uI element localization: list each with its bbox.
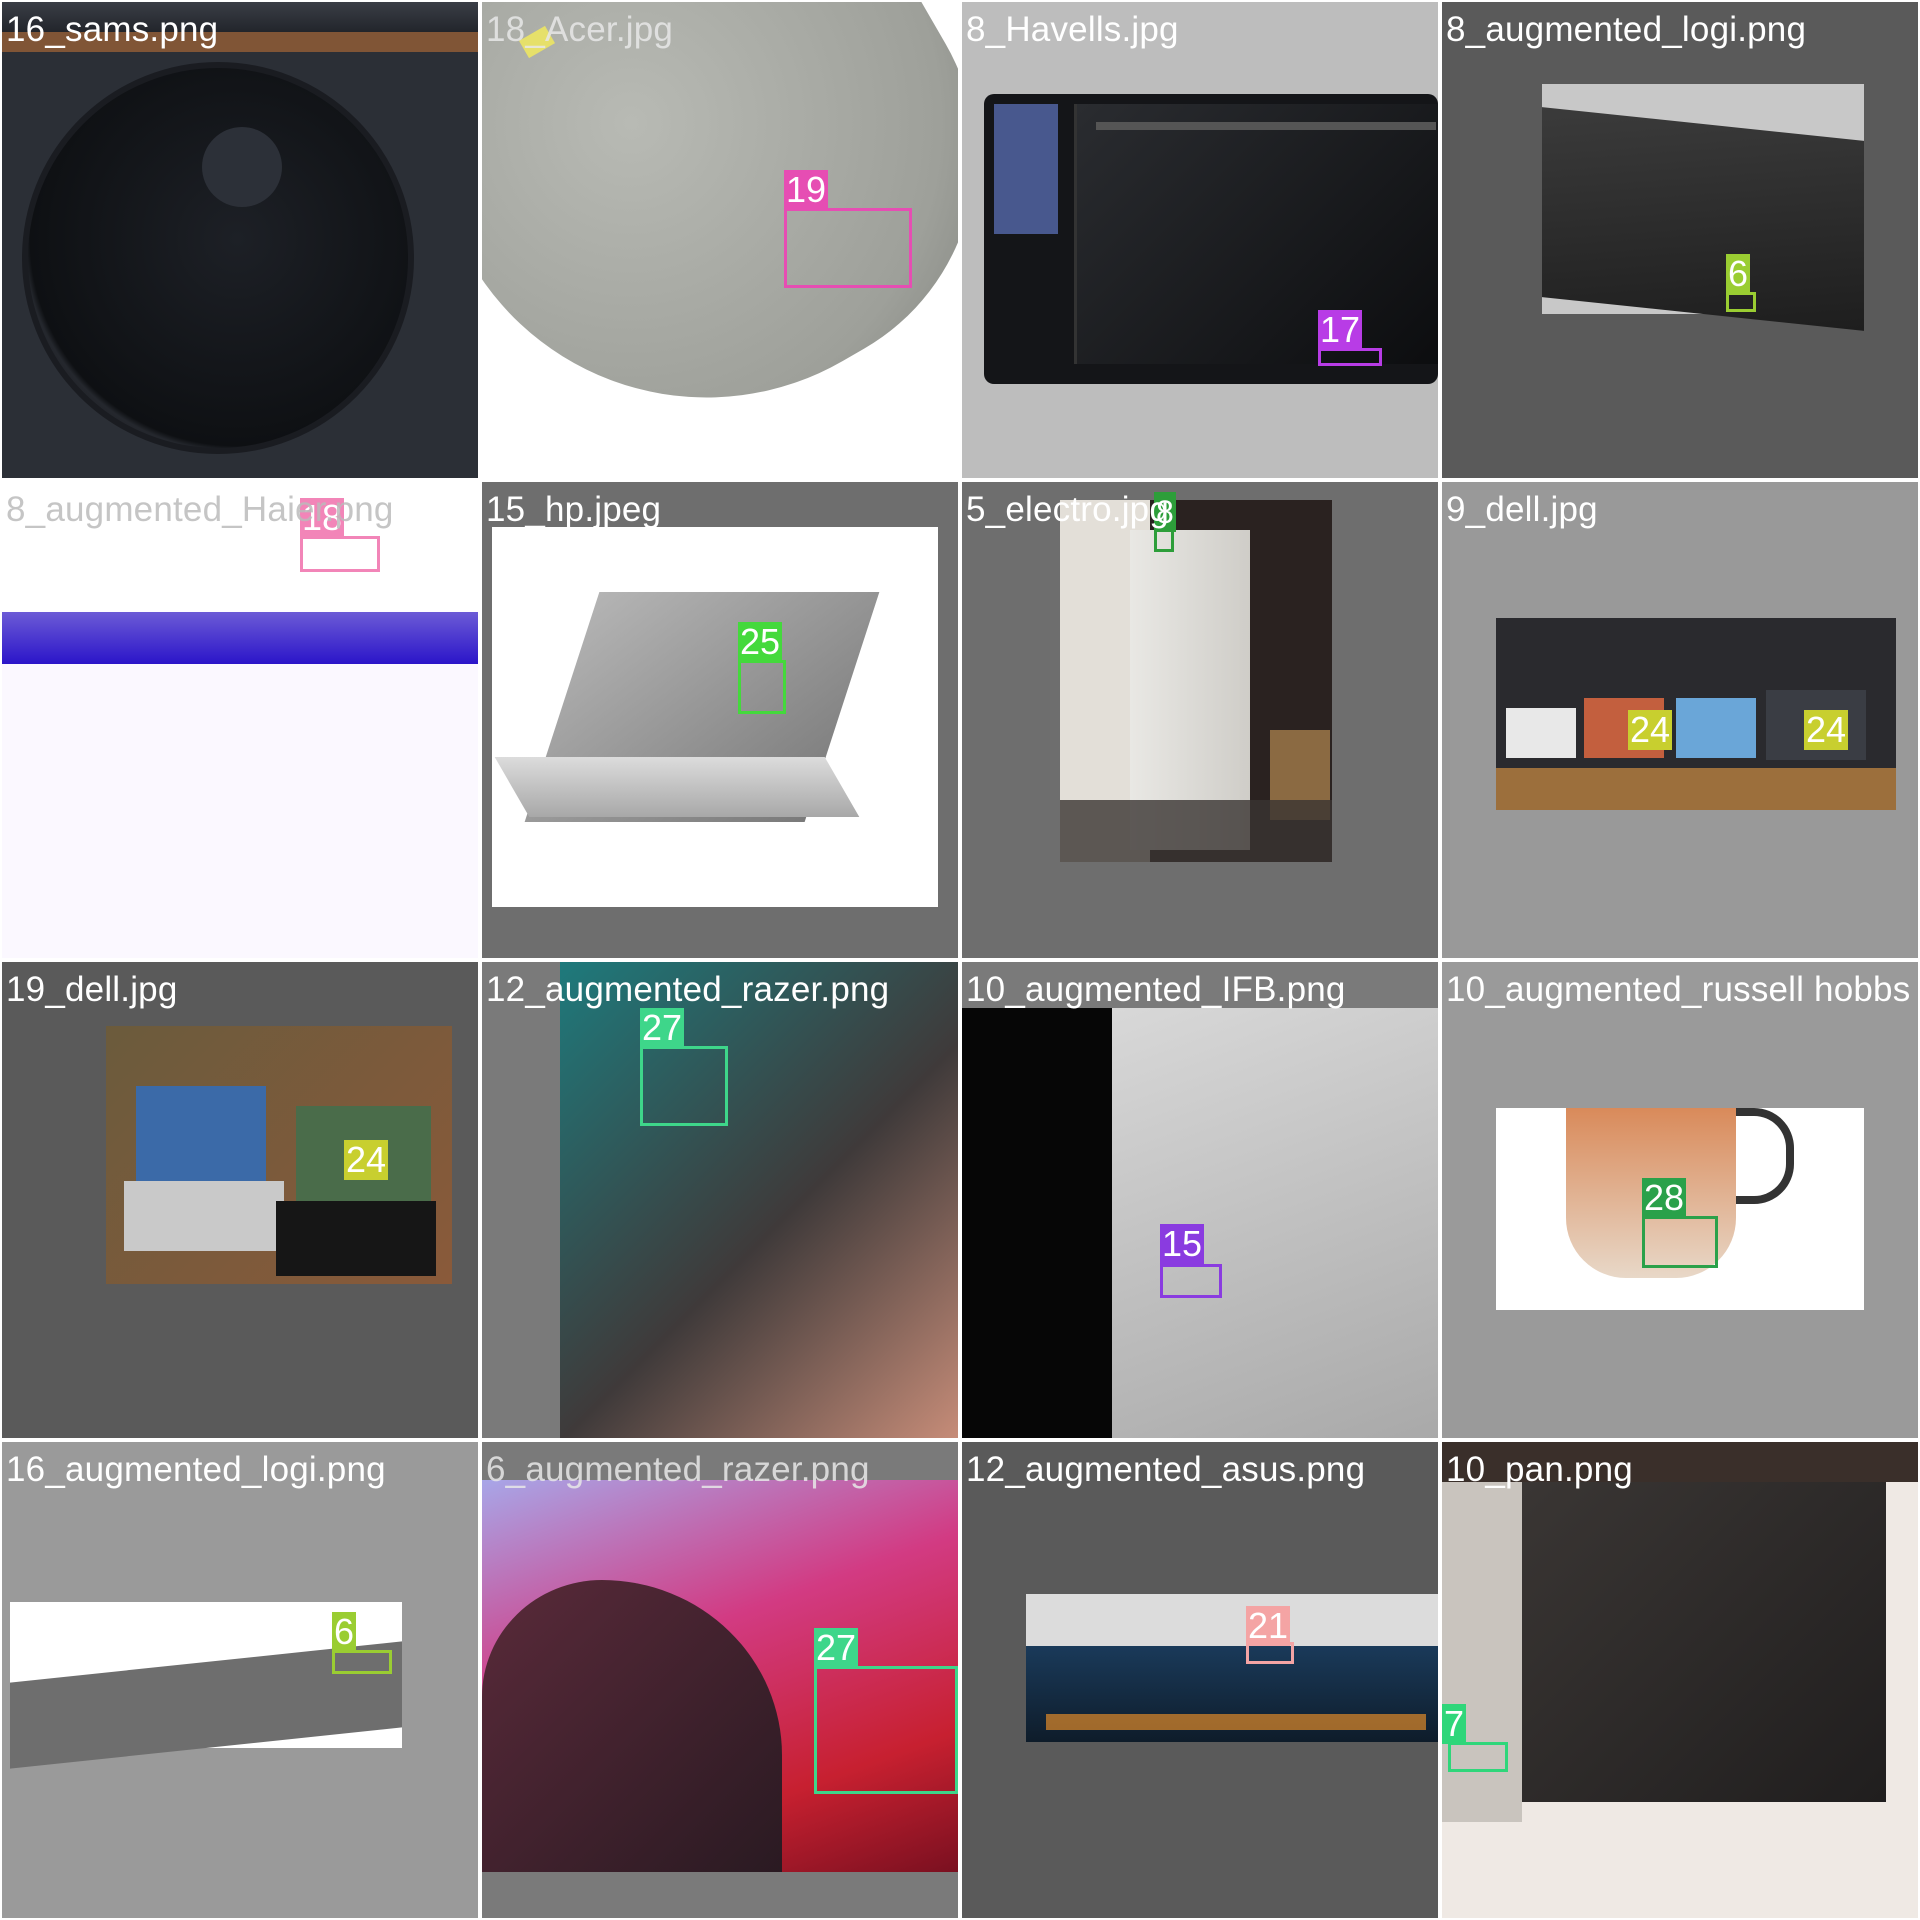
- fridge-photo: [1060, 500, 1332, 862]
- bounding-box: [1642, 1216, 1718, 1268]
- tile-8-augmented-haier: 18 8_augmented_Haier.png: [2, 482, 478, 958]
- mosaic-grid: 16_sams.png 19 18_Acer.jpg 17 8_Havells.…: [0, 0, 1920, 1920]
- bounding-box: [1160, 1264, 1222, 1298]
- class-tag: 17: [1318, 309, 1363, 350]
- class-tag: 24: [344, 1139, 389, 1180]
- razer-laptop-photo: [560, 962, 958, 1438]
- file-name: 12_augmented_razer.png: [486, 970, 890, 1009]
- tile-10-pan: 7 10_pan.png: [1442, 1442, 1918, 1918]
- bounding-box: [814, 1666, 958, 1794]
- tile-16-sams: 16_sams.png: [2, 2, 478, 478]
- tile-19-dell: 24 19_dell.jpg: [2, 962, 478, 1438]
- class-tag: 6: [332, 1611, 357, 1652]
- file-name: 6_augmented_razer.png: [486, 1450, 870, 1489]
- tile-18-acer: 19 18_Acer.jpg: [482, 2, 958, 478]
- bounding-box: [1318, 348, 1382, 366]
- bounding-box: [738, 660, 786, 714]
- bounding-box: [784, 208, 912, 288]
- class-tag-2: 24: [1804, 709, 1849, 750]
- bounding-box: [332, 1650, 392, 1674]
- tile-5-electro: 8 5_electro.jpg: [962, 482, 1438, 958]
- file-name: 16_sams.png: [6, 10, 219, 49]
- oven-image: [984, 94, 1438, 384]
- class-tag: 27: [814, 1627, 859, 1668]
- file-name: 12_augmented_asus.png: [966, 1450, 1366, 1489]
- file-name: 10_augmented_russell hobbs: [1446, 970, 1911, 1009]
- file-name: 5_electro.jpg: [966, 490, 1170, 529]
- file-name: 10_augmented_IFB.png: [966, 970, 1346, 1009]
- class-tag: 19: [784, 169, 829, 210]
- tile-12-augmented-asus: 21 12_augmented_asus.png: [962, 1442, 1438, 1918]
- class-tag: 21: [1246, 1605, 1291, 1646]
- file-name: 8_Havells.jpg: [966, 10, 1179, 49]
- tile-8-augmented-logi: 6 8_augmented_logi.png: [1442, 2, 1918, 478]
- laptops-bed-photo: [106, 1026, 452, 1284]
- tile-10-augmented-ifb: 15 10_augmented_IFB.png: [962, 962, 1438, 1438]
- file-name: 8_augmented_logi.png: [1446, 10, 1807, 49]
- file-name: 15_hp.jpeg: [486, 490, 662, 529]
- haier-appliance-body: [2, 664, 478, 958]
- panasonic-microwave-photo: [1442, 1442, 1918, 1918]
- haier-appliance-image: [2, 612, 478, 664]
- tile-8-havells: 17 8_Havells.jpg: [962, 2, 1438, 478]
- laptop-image: [492, 527, 938, 907]
- class-tag: 27: [640, 1007, 685, 1048]
- file-name: 16_augmented_logi.png: [6, 1450, 386, 1489]
- bounding-box: [1448, 1742, 1508, 1772]
- class-tag: 28: [1642, 1177, 1687, 1218]
- bounding-box: [1726, 292, 1756, 312]
- washer-dryer-image: [2, 2, 478, 478]
- tile-10-augmented-russell-hobbs: 28 10_augmented_russell hobbs: [1442, 962, 1918, 1438]
- class-tag: 24: [1628, 709, 1673, 750]
- class-tag: 15: [1160, 1223, 1205, 1264]
- file-name: 10_pan.png: [1446, 1450, 1633, 1489]
- file-name: 18_Acer.jpg: [486, 10, 674, 49]
- keyboard-image: [1542, 84, 1864, 331]
- file-name: 19_dell.jpg: [6, 970, 178, 1009]
- tile-15-hp: 25 15_hp.jpeg: [482, 482, 958, 958]
- tile-6-augmented-razer: 27 6_augmented_razer.png: [482, 1442, 958, 1918]
- bounding-box: [640, 1046, 728, 1126]
- file-name: 9_dell.jpg: [1446, 490, 1598, 529]
- class-tag: 25: [738, 621, 783, 662]
- tile-9-dell: 24 24 9_dell.jpg: [1442, 482, 1918, 958]
- file-name: 8_augmented_Haier.png: [6, 490, 394, 529]
- class-tag: 6: [1726, 253, 1751, 294]
- bounding-box: [300, 536, 380, 572]
- tile-12-augmented-razer: 27 12_augmented_razer.png: [482, 962, 958, 1438]
- tile-16-augmented-logi: 6 16_augmented_logi.png: [2, 1442, 478, 1918]
- asus-laptop-photo: [1026, 1594, 1438, 1742]
- class-tag: 7: [1442, 1703, 1467, 1744]
